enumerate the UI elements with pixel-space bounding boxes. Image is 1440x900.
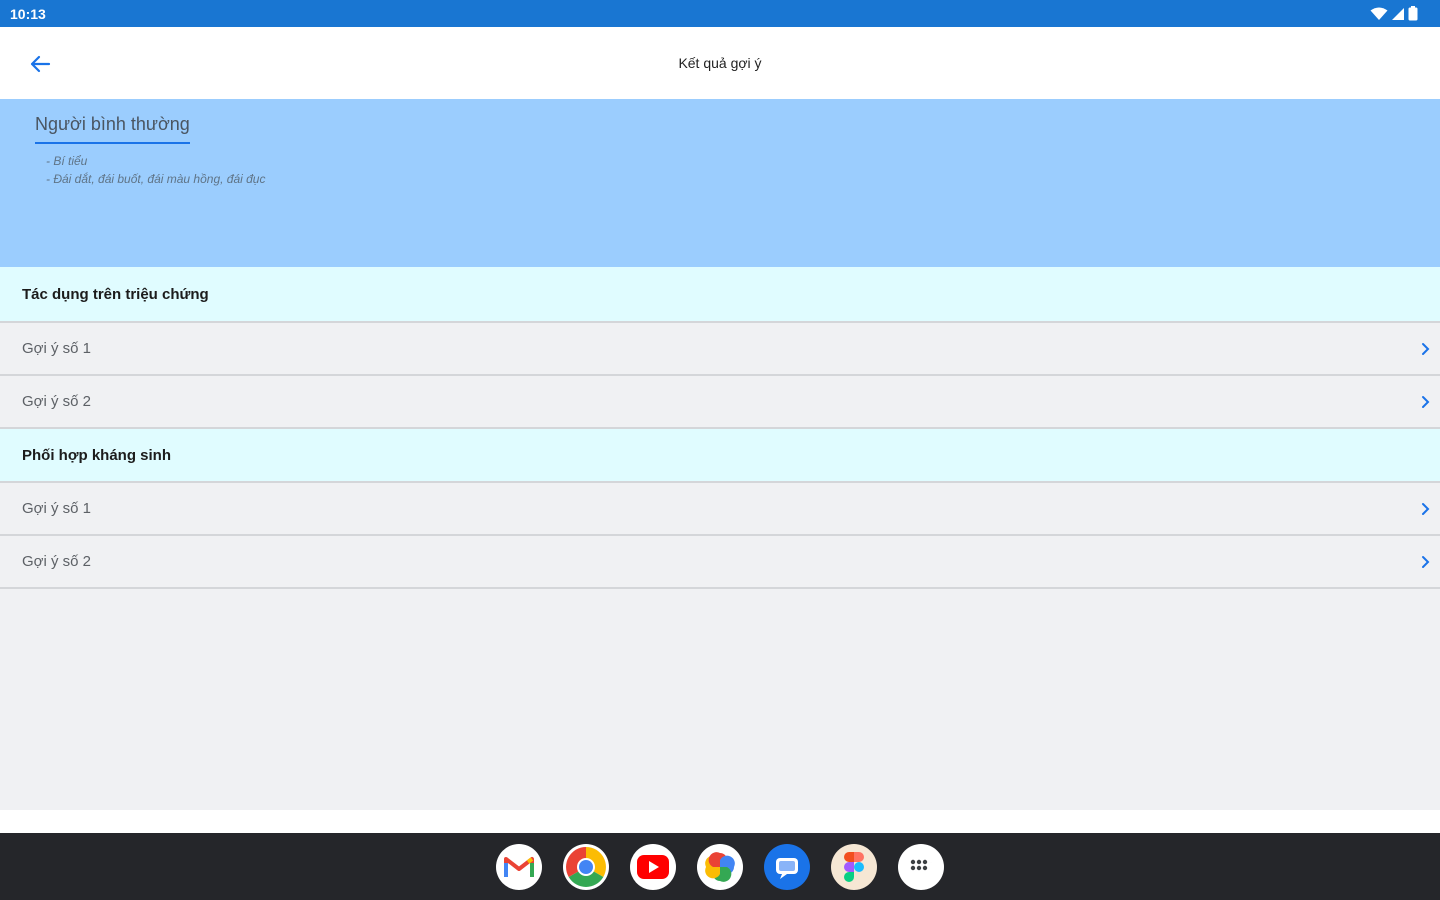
section-header-antibiotics: Phối hợp kháng sinh: [0, 429, 1440, 483]
section-header-symptoms: Tác dụng trên triệu chứng: [0, 267, 1440, 323]
summary-panel: Người bình thường - Bí tiểu - Đái dắt, đ…: [0, 99, 1440, 267]
list-item-label: Gợi ý số 2: [22, 553, 92, 570]
figma-icon[interactable]: [831, 843, 877, 890]
back-button[interactable]: [26, 51, 54, 77]
taskbar-dock: [0, 833, 1440, 900]
app-drawer-icon[interactable]: [898, 843, 944, 890]
signal-icon: [1392, 7, 1404, 20]
summary-title: Người bình thường: [35, 114, 190, 144]
list-item[interactable]: Gợi ý số 1: [0, 483, 1440, 536]
suggestion-list: Tác dụng trên triệu chứng Gợi ý số 1 Gợi…: [0, 267, 1440, 589]
summary-line: - Đái dắt, đái buốt, đái màu hồng, đái đ…: [46, 172, 266, 186]
section-header-label: Phối hợp kháng sinh: [22, 446, 171, 464]
list-item-label: Gợi ý số 1: [22, 500, 92, 517]
list-item-label: Gợi ý số 1: [22, 340, 92, 357]
app-bar: Kết quả gợi ý: [0, 27, 1440, 99]
chevron-right-icon: [1420, 395, 1430, 409]
chevron-right-icon: [1420, 342, 1430, 356]
bottom-spacer: [0, 810, 1440, 833]
list-item[interactable]: Gợi ý số 2: [0, 376, 1440, 429]
summary-lines: - Bí tiểu - Đái dắt, đái buốt, đái màu h…: [46, 152, 265, 188]
youtube-icon[interactable]: [630, 843, 676, 890]
list-item[interactable]: Gợi ý số 2: [0, 536, 1440, 589]
messages-icon[interactable]: [764, 843, 810, 890]
arrow-left-icon: [30, 55, 51, 73]
status-bar: 10:13: [0, 0, 1440, 27]
chrome-icon[interactable]: [563, 843, 609, 890]
section-header-label: Tác dụng trên triệu chứng: [22, 285, 209, 303]
battery-icon: [1408, 6, 1418, 21]
gmail-icon[interactable]: [496, 843, 542, 890]
chevron-right-icon: [1420, 555, 1430, 569]
wifi-icon: [1370, 7, 1388, 20]
status-icons: [1370, 6, 1418, 21]
list-item[interactable]: Gợi ý số 1: [0, 323, 1440, 376]
photos-icon[interactable]: [697, 843, 743, 890]
list-item-label: Gợi ý số 2: [22, 393, 92, 410]
page-title: Kết quả gợi ý: [678, 55, 762, 71]
summary-line: - Bí tiểu: [46, 154, 88, 168]
status-time: 10:13: [10, 5, 46, 22]
chevron-right-icon: [1420, 502, 1430, 516]
